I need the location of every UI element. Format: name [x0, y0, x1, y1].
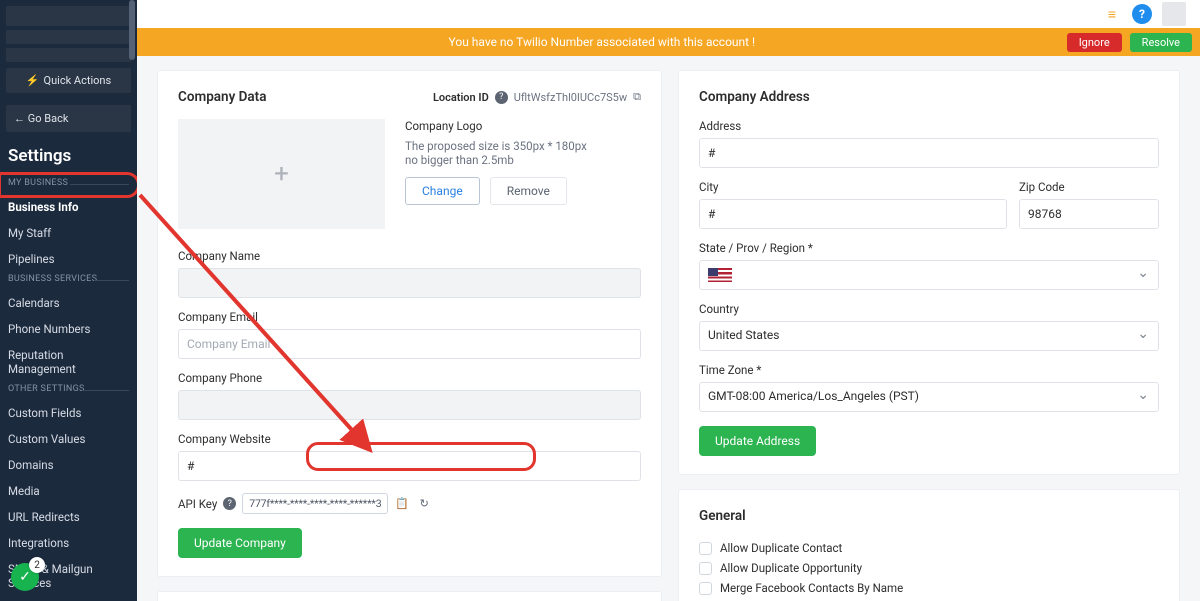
address-input[interactable] [699, 138, 1159, 168]
regen-icon[interactable]: ↻ [416, 496, 432, 512]
company-data-title: Company Data [178, 89, 266, 105]
avatar[interactable] [1162, 2, 1186, 26]
general-title: General [699, 508, 1159, 524]
sidebar-item-phone-numbers[interactable]: Phone Numbers [0, 316, 137, 342]
help-icon[interactable]: ? [495, 91, 508, 104]
company-email-input[interactable] [178, 329, 641, 359]
go-back-label: Go Back [28, 112, 69, 125]
opt-merge-fb: Merge Facebook Contacts By Name [720, 581, 903, 595]
update-company-button[interactable]: Update Company [178, 528, 302, 558]
company-phone-label: Company Phone [178, 371, 641, 385]
state-select[interactable] [699, 260, 1159, 290]
help-icon[interactable]: ? [223, 497, 236, 510]
api-key-value[interactable] [242, 493, 388, 514]
status-fab-count: 2 [29, 557, 45, 573]
city-input[interactable] [699, 199, 1007, 229]
remove-logo-button[interactable]: Remove [490, 177, 567, 205]
settings-heading: Settings [0, 146, 137, 176]
sidebar-item-my-staff[interactable]: My Staff [0, 220, 137, 246]
logo-note-line2: no bigger than 2.5mb [405, 153, 641, 167]
state-label: State / Prov / Region * [699, 241, 1159, 255]
change-logo-button[interactable]: Change [405, 177, 480, 205]
sidebar-item-reputation[interactable]: Reputation Management [0, 342, 137, 382]
sidebar-item-url-redirects[interactable]: URL Redirects [0, 504, 137, 530]
zip-input[interactable] [1019, 199, 1159, 229]
sidebar-item-pipelines[interactable]: Pipelines [0, 246, 137, 272]
sidebar-item-domains[interactable]: Domains [0, 452, 137, 478]
timezone-label: Time Zone * [699, 363, 1159, 377]
company-name-label: Company Name [178, 249, 641, 263]
sidebar-item-calendars[interactable]: Calendars [0, 290, 137, 316]
flag-icon [708, 268, 732, 282]
opt-dup-contact: Allow Duplicate Contact [720, 541, 842, 555]
zip-label: Zip Code [1019, 180, 1159, 194]
logo-upload-dropzone[interactable]: + [178, 119, 385, 229]
warning-banner-text: You have no Twilio Number associated wit… [137, 35, 1067, 49]
checkbox[interactable] [699, 582, 712, 595]
company-logo-label: Company Logo [405, 119, 641, 133]
timezone-select[interactable]: GMT-08:00 America/Los_Angeles (PST) [699, 382, 1159, 412]
country-select[interactable]: United States [699, 321, 1159, 351]
sidebar-item-business-info[interactable]: Business Info [0, 194, 137, 220]
sidebar-spacer [6, 30, 131, 44]
copy-icon[interactable]: ⧉ [633, 90, 641, 104]
main-area: ≡ ? You have no Twilio Number associated… [137, 0, 1200, 601]
status-fab[interactable]: ✓2 [11, 563, 39, 591]
company-phone-input[interactable] [178, 390, 641, 420]
country-label: Country [699, 302, 1159, 316]
resolve-button[interactable]: Resolve [1130, 33, 1192, 52]
company-email-label: Company Email [178, 310, 641, 324]
sidebar-item-custom-values[interactable]: Custom Values [0, 426, 137, 452]
company-address-card: Company Address Address City Zip Code St… [678, 70, 1180, 475]
city-label: City [699, 180, 1007, 194]
api-key-row: API Key ? 📋 ↻ [178, 493, 641, 514]
list-icon[interactable]: ≡ [1102, 4, 1122, 24]
sidebar-item-tags[interactable]: Tags [0, 596, 137, 601]
warning-banner: You have no Twilio Number associated wit… [137, 28, 1200, 56]
opt-dup-opportunity: Allow Duplicate Opportunity [720, 561, 862, 575]
api-key-label: API Key [178, 497, 217, 511]
quick-actions-label: Quick Actions [44, 74, 112, 87]
location-id-label: Location ID [433, 91, 489, 104]
arrow-left-icon: ← [14, 112, 28, 125]
company-website-input[interactable] [178, 451, 641, 481]
company-website-label: Company Website [178, 432, 641, 446]
location-id-value: UfltWsfzThl0IUCc7S5w [514, 91, 627, 104]
sidebar-item-custom-fields[interactable]: Custom Fields [0, 400, 137, 426]
company-address-title: Company Address [699, 89, 1159, 105]
sidebar-scrollbar[interactable] [129, 0, 135, 60]
quick-actions-button[interactable]: ⚡ Quick Actions [6, 68, 131, 93]
section-my-business-label: MY BUSINESS [0, 176, 137, 194]
ignore-button[interactable]: Ignore [1067, 33, 1122, 52]
address-label: Address [699, 119, 1159, 133]
location-id-row: Location ID ? UfltWsfzThl0IUCc7S5w ⧉ [433, 90, 641, 104]
copy-icon[interactable]: 📋 [394, 496, 410, 512]
section-services-label: BUSINESS SERVICES [0, 272, 137, 290]
update-address-button[interactable]: Update Address [699, 426, 816, 456]
general-card: General Allow Duplicate Contact Allow Du… [678, 489, 1180, 601]
call-voicemail-card: Call & Voicemail Settings [157, 591, 662, 601]
sidebar-spacer [6, 48, 131, 62]
checkbox[interactable] [699, 542, 712, 555]
sidebar: ⚡ Quick Actions ← Go Back Settings MY BUS… [0, 0, 137, 601]
sidebar-item-media[interactable]: Media [0, 478, 137, 504]
bolt-icon: ⚡ [26, 74, 40, 87]
checkbox[interactable] [699, 562, 712, 575]
go-back-button[interactable]: ← Go Back [6, 105, 131, 132]
company-data-card: Company Data Location ID ? UfltWsfzThl0I… [157, 70, 662, 577]
logo-note-line1: The proposed size is 350px * 180px [405, 139, 641, 153]
help-icon[interactable]: ? [1132, 4, 1152, 24]
sidebar-logo-placeholder [6, 6, 131, 26]
sidebar-item-integrations[interactable]: Integrations [0, 530, 137, 556]
section-other-label: OTHER SETTINGS [0, 382, 137, 400]
company-name-input[interactable] [178, 268, 641, 298]
topbar: ≡ ? [137, 0, 1200, 28]
